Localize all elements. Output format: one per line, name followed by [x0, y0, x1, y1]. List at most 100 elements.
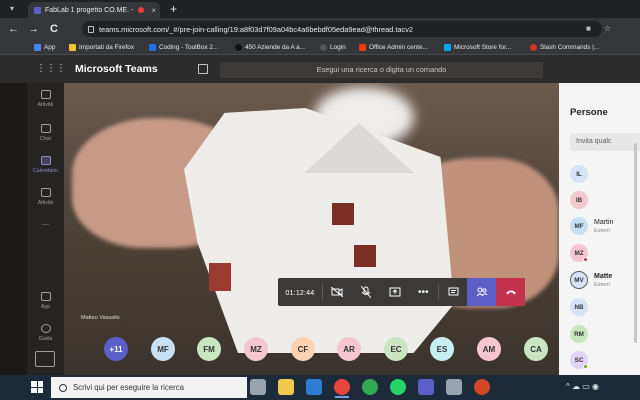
- folder-icon: [69, 44, 76, 51]
- teams-header: ⋮⋮⋮ Microsoft Teams Esegui una ricerca o…: [0, 55, 640, 83]
- camera-off-button[interactable]: [323, 278, 352, 306]
- lock-icon: [88, 25, 94, 33]
- apps-grid-icon: [34, 44, 41, 51]
- person-name: Matte: [594, 273, 613, 280]
- powerpoint-icon[interactable]: [474, 379, 490, 395]
- invite-input[interactable]: Invita qualc: [570, 133, 640, 151]
- task-view-icon[interactable]: [250, 379, 266, 395]
- bookmark-login[interactable]: Login: [320, 42, 346, 53]
- download-desktop-icon[interactable]: [35, 351, 55, 367]
- participant-avatar[interactable]: MZ: [244, 337, 268, 361]
- address-bar: ← → C teams.microsoft.com/_#/pre-join-ca…: [0, 18, 640, 40]
- people-panel-title: Persone: [570, 107, 608, 118]
- calendar-icon: [40, 156, 51, 165]
- participant-avatar[interactable]: AM: [477, 337, 501, 361]
- rail-item-calendar[interactable]: Calendario: [27, 151, 64, 183]
- recording-icon: [138, 7, 145, 13]
- people-list-item[interactable]: MV Matte Estern: [570, 269, 640, 293]
- back-icon[interactable]: ←: [8, 22, 19, 36]
- share-screen-button[interactable]: [380, 278, 409, 306]
- show-participants-button[interactable]: [467, 278, 497, 306]
- participant-avatar[interactable]: CF: [291, 337, 315, 361]
- bookmark-slash[interactable]: Slash Commands |...: [530, 42, 599, 53]
- people-list-item[interactable]: NB: [570, 296, 640, 320]
- forward-icon[interactable]: →: [28, 22, 39, 36]
- reload-icon[interactable]: C: [50, 22, 58, 36]
- tab-search-icon[interactable]: ▾: [10, 4, 20, 14]
- video-paper-house: [184, 108, 454, 353]
- help-icon: [40, 324, 51, 333]
- ellipsis-icon: •••: [418, 286, 429, 298]
- people-list-item[interactable]: MF Martin Estern: [570, 215, 640, 239]
- bookmark-aziende[interactable]: 450 Aziende da A a...: [235, 42, 305, 53]
- more-participants-button[interactable]: +11: [104, 337, 128, 361]
- login-favicon-icon: [320, 44, 327, 51]
- participant-avatar[interactable]: ES: [430, 337, 454, 361]
- left-edge: [0, 83, 27, 375]
- chrome-icon[interactable]: [334, 379, 350, 398]
- bookmark-office[interactable]: Office Admin cente...: [359, 42, 428, 53]
- status-busy-icon: [583, 257, 588, 262]
- windows-start-icon[interactable]: [31, 381, 43, 393]
- teams-icon[interactable]: [418, 379, 434, 395]
- new-tab-button[interactable]: +: [170, 2, 177, 16]
- rail-item-activity[interactable]: Attività: [27, 85, 64, 117]
- url-field[interactable]: teams.microsoft.com/_#/pre-join-calling/…: [82, 21, 602, 37]
- rail-item-apps[interactable]: App: [27, 287, 64, 319]
- whatsapp-icon[interactable]: [390, 379, 406, 395]
- camera-off-icon: [331, 287, 343, 297]
- search-icon: [59, 383, 67, 392]
- bookmark-apps[interactable]: App: [34, 42, 55, 53]
- camera-icon[interactable]: ■: [586, 24, 591, 33]
- panel-scrollbar[interactable]: [634, 143, 637, 343]
- bookmark-star-icon[interactable]: ☆: [604, 24, 611, 33]
- people-list-item[interactable]: RM: [570, 323, 640, 347]
- mail-icon[interactable]: [306, 379, 322, 395]
- more-actions-button[interactable]: •••: [409, 278, 438, 306]
- coding-favicon-icon: [149, 44, 156, 51]
- file-explorer-icon[interactable]: [278, 379, 294, 395]
- command-search-input[interactable]: Esegui una ricerca o digita un comando: [220, 62, 543, 78]
- conversation-button[interactable]: [439, 278, 468, 306]
- mic-off-icon: [360, 286, 371, 298]
- teams-favicon-icon: [34, 6, 41, 14]
- mute-button[interactable]: [351, 278, 380, 306]
- app-title: Microsoft Teams: [75, 63, 158, 75]
- tab-close-icon[interactable]: ×: [151, 6, 156, 15]
- participant-strip: +11 MF FM MZ CF AR EC ES AM CA: [64, 337, 559, 367]
- shield-icon[interactable]: [446, 379, 462, 395]
- participant-avatar[interactable]: MF: [151, 337, 175, 361]
- participant-name-label: Matteo Vassallo: [81, 315, 120, 321]
- participant-avatar[interactable]: CA: [524, 337, 548, 361]
- bookmark-coding[interactable]: Coding - ToolBox 2...: [149, 42, 218, 53]
- app-launcher-icon[interactable]: ⋮⋮⋮: [36, 63, 66, 75]
- browser-tab[interactable]: FabLab 1 progetto CO.ME. - ×: [28, 2, 160, 18]
- browser-tab-title: FabLab 1 progetto CO.ME. -: [45, 6, 134, 14]
- chrome-profile-icon[interactable]: [362, 379, 378, 395]
- rail-more-button[interactable]: ...: [27, 217, 64, 249]
- rail-item-tasks[interactable]: Attività: [27, 183, 64, 215]
- people-list-item[interactable]: IB: [570, 189, 640, 213]
- person-avatar: IL: [570, 165, 588, 183]
- hang-up-button[interactable]: [496, 278, 525, 306]
- call-controls: 01:12:44 •••: [278, 278, 525, 306]
- bookmark-firefox[interactable]: Importati da Firefox: [69, 42, 134, 53]
- people-list-item[interactable]: SC: [570, 349, 640, 373]
- bookmark-store[interactable]: Microsoft Store for...: [444, 42, 511, 53]
- rail-item-help[interactable]: Guida: [27, 319, 64, 351]
- chat-bubble-icon: [448, 287, 459, 296]
- participant-avatar[interactable]: EC: [384, 337, 408, 361]
- person-name: Martin: [594, 219, 614, 226]
- new-chat-icon[interactable]: [198, 64, 208, 74]
- people-list-item[interactable]: MZ: [570, 242, 640, 266]
- bookmarks-bar: App Importati da Firefox Coding - ToolBo…: [0, 40, 640, 55]
- taskbar-search-input[interactable]: Scrivi qui per eseguire la ricerca: [51, 377, 247, 398]
- participant-avatar[interactable]: FM: [197, 337, 221, 361]
- person-role: Estern: [594, 228, 611, 234]
- app-rail: Attività Chat Calendario Attività ... Ap…: [27, 83, 64, 375]
- people-list-item[interactable]: IL: [570, 163, 640, 187]
- browser-tab-strip: ▾ FabLab 1 progetto CO.ME. - × +: [0, 0, 640, 18]
- participant-avatar[interactable]: AR: [337, 337, 361, 361]
- system-tray[interactable]: ^ ☁ ▭ ◉: [566, 382, 599, 391]
- rail-item-chat[interactable]: Chat: [27, 119, 64, 151]
